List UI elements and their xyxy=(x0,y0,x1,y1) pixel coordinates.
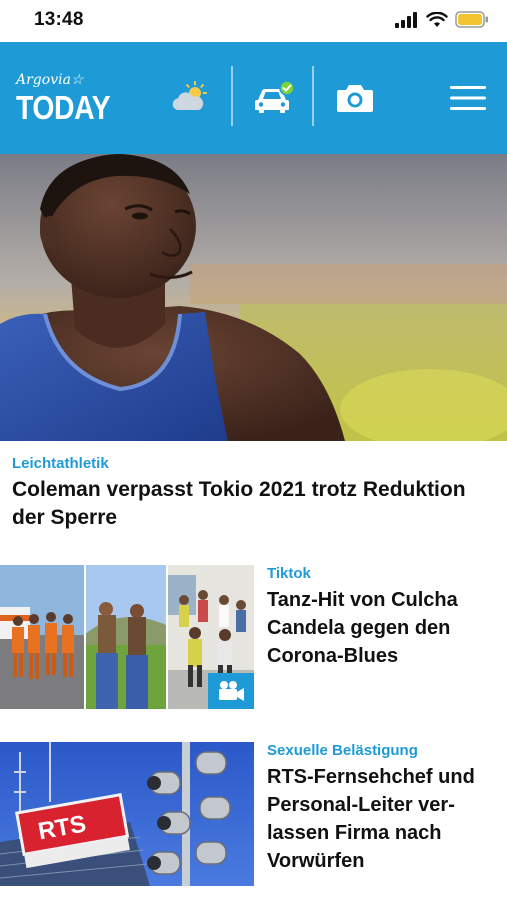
status-bar: 13:48 xyxy=(0,0,507,42)
status-icons xyxy=(395,11,489,28)
camera-icon xyxy=(337,85,373,112)
battery-icon xyxy=(455,11,488,28)
wifi-icon xyxy=(426,11,448,27)
hamburger-menu-icon xyxy=(450,86,486,110)
weather-icon xyxy=(172,81,207,110)
logo-main-text: TODAY xyxy=(16,89,111,126)
menu-button[interactable] xyxy=(440,66,496,130)
hero-title[interactable]: Coleman verpasst Tokio 2021 trotz Redukt… xyxy=(12,476,497,532)
article-thumbnail: RTS xyxy=(0,742,254,886)
traffic-car-icon xyxy=(255,80,295,113)
article-thumbnail xyxy=(0,565,254,709)
header-divider xyxy=(231,66,233,126)
rts-building-photo: RTS xyxy=(0,742,254,886)
video-badge xyxy=(208,673,254,709)
article-kicker: Sexuelle Belästigung xyxy=(267,742,418,759)
article-item[interactable]: RTS Sexuelle Belästigung RTS-Fernsehchef… xyxy=(0,742,507,892)
article-title: RTS-Fernsehchef und Personal-Leiter ver-… xyxy=(267,766,475,872)
signal-icon xyxy=(395,11,417,28)
article-item[interactable]: Tiktok Tanz-Hit von Culcha Candela gegen… xyxy=(0,565,507,715)
athlete-photo xyxy=(0,154,507,441)
hero-kicker[interactable]: Leichtathletik xyxy=(12,455,109,472)
video-camera-icon xyxy=(219,681,244,701)
article-kicker: Tiktok xyxy=(267,565,311,582)
logo-top-text: Argovia☆ xyxy=(16,72,84,88)
traffic-button[interactable] xyxy=(243,66,305,130)
app-header: Argovia☆ TODAY xyxy=(0,42,507,154)
weather-button[interactable] xyxy=(162,66,220,130)
camera-button[interactable] xyxy=(324,66,386,130)
header-divider xyxy=(312,66,314,126)
status-time: 13:48 xyxy=(34,9,84,30)
article-title: Tanz-Hit von Culcha Candela gegen den Co… xyxy=(267,589,458,667)
logo[interactable]: Argovia☆ TODAY xyxy=(16,72,116,132)
hero-image[interactable] xyxy=(0,154,507,441)
